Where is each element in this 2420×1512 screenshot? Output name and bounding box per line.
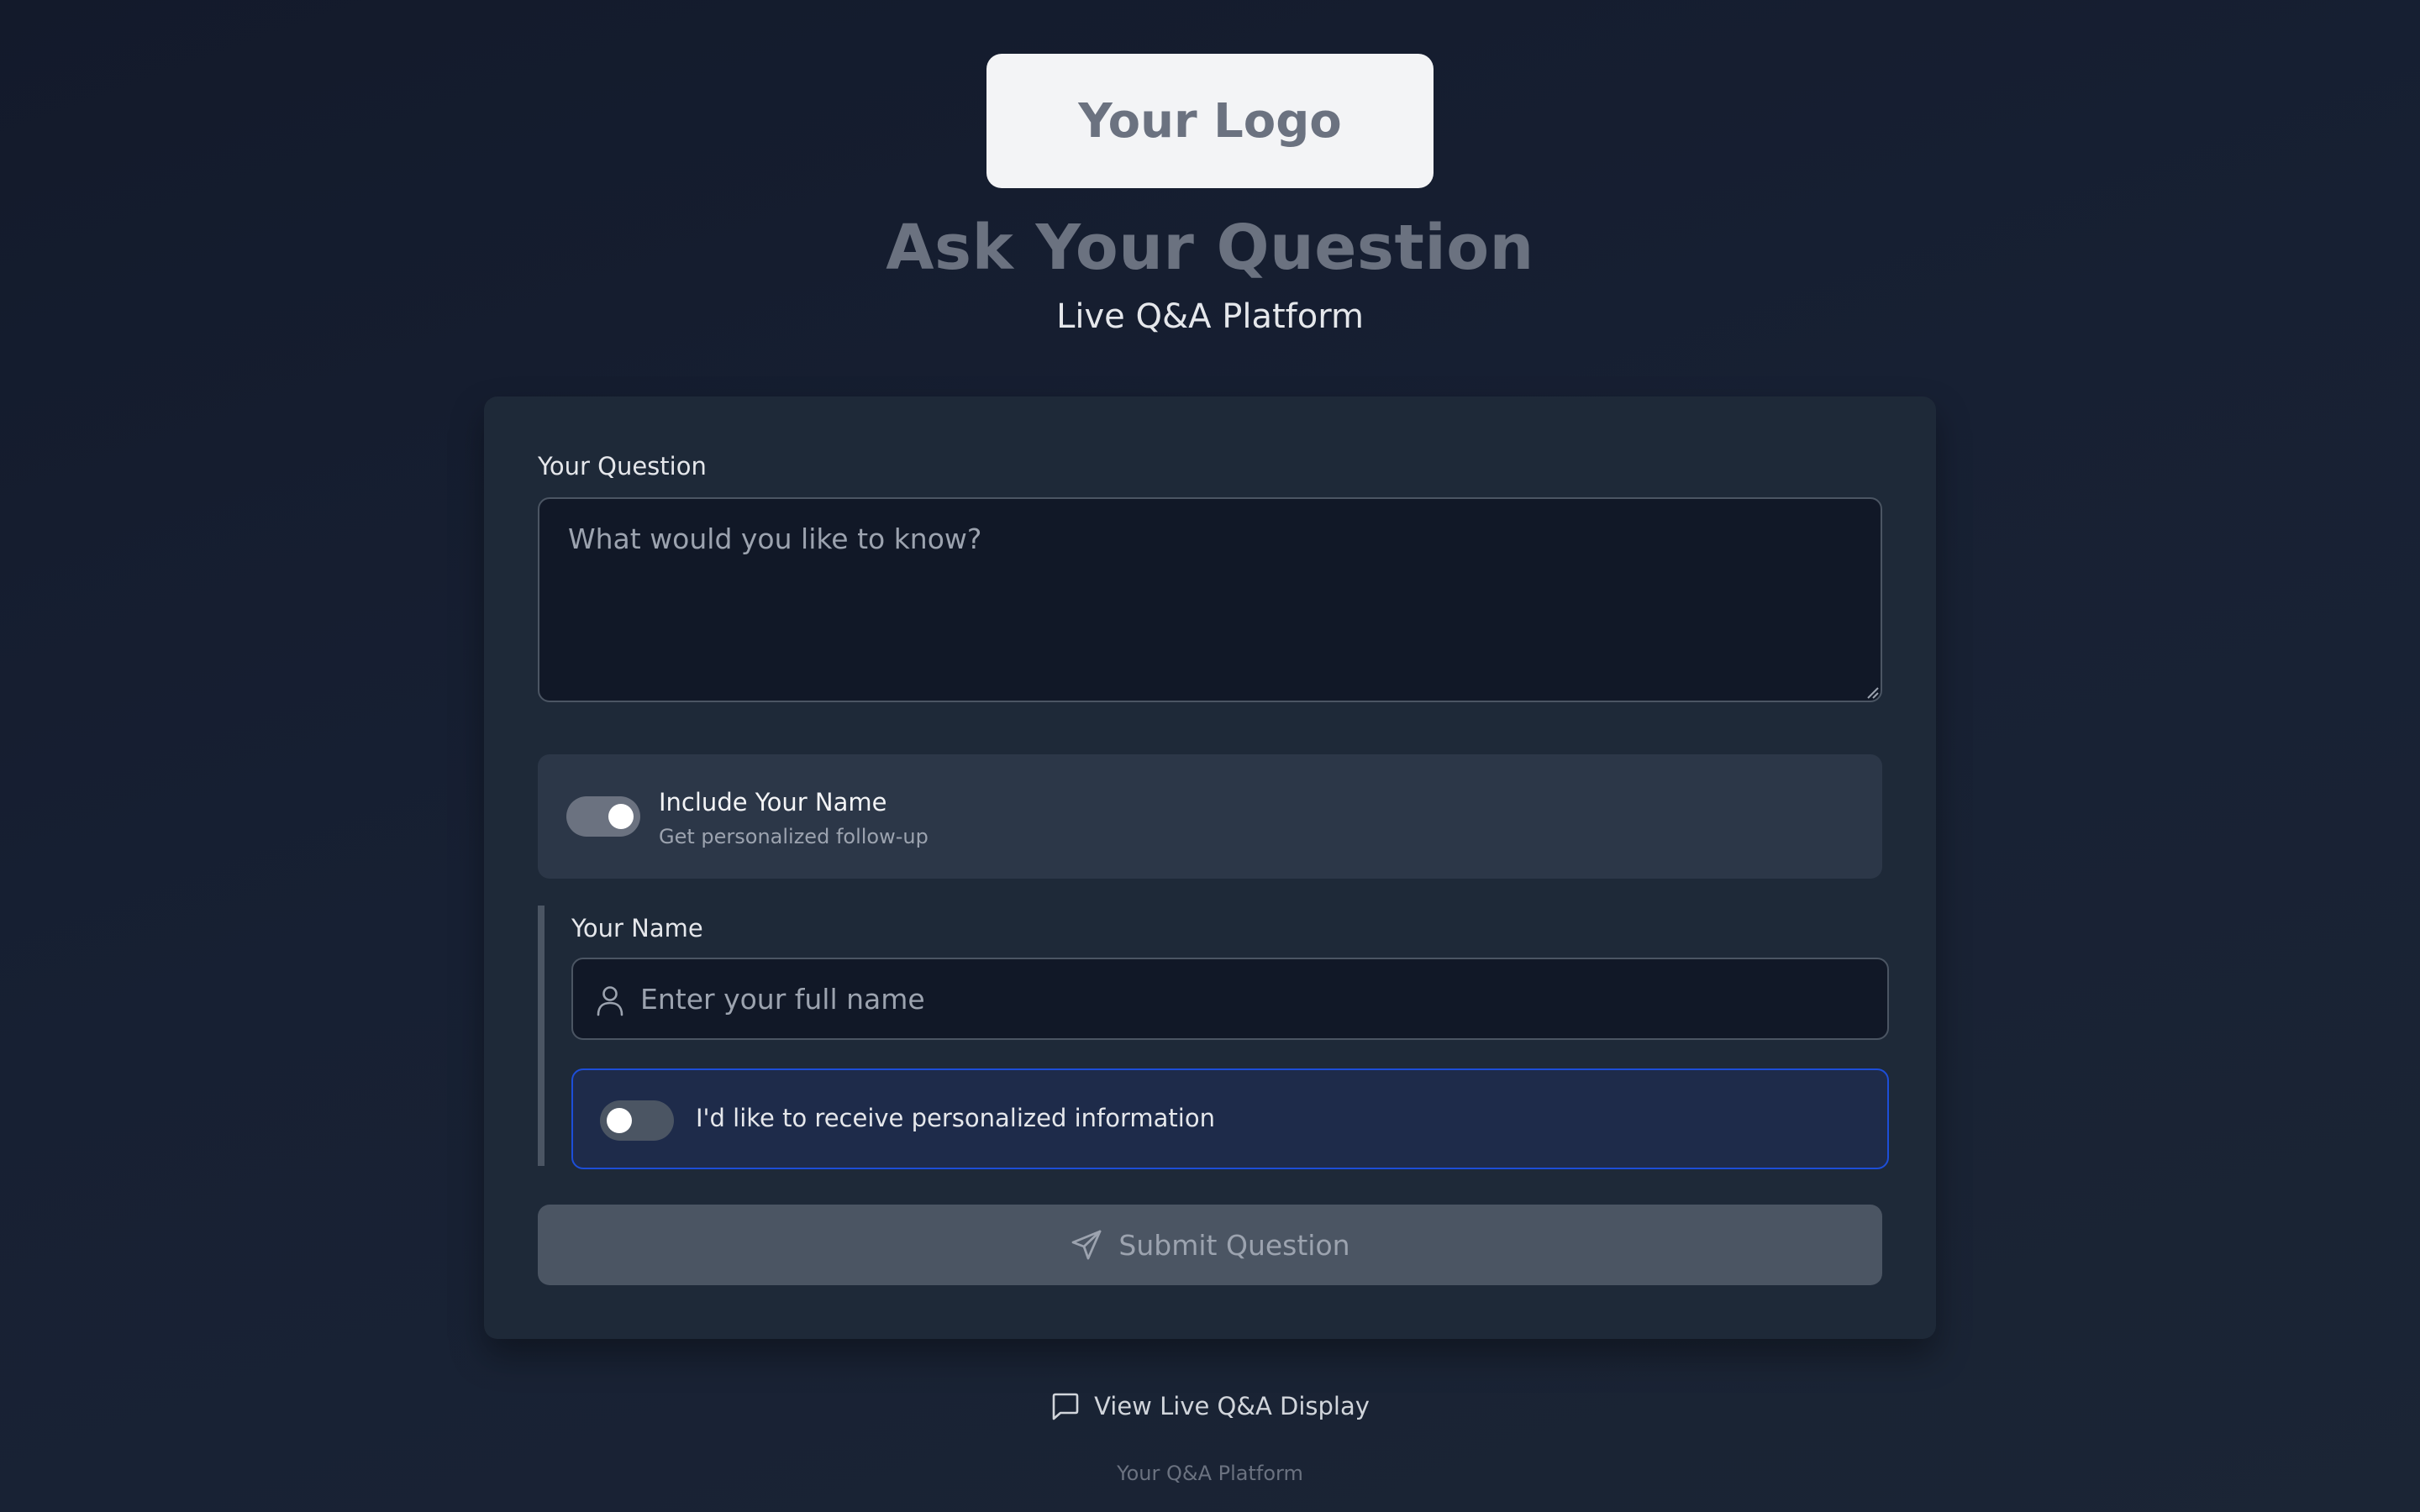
footer-brand: Your Q&A Platform <box>1117 1462 1303 1485</box>
user-icon <box>597 986 623 1016</box>
personalized-info-optin: I'd like to receive personalized informa… <box>571 1068 1889 1169</box>
view-live-display-link[interactable]: View Live Q&A Display <box>0 1391 2420 1421</box>
chat-icon <box>1052 1393 1079 1420</box>
include-name-toggle[interactable] <box>566 796 640 837</box>
include-name-label: Include Your Name <box>659 788 887 816</box>
toggle-knob <box>608 804 634 829</box>
logo-text: Your Logo <box>1078 93 1342 149</box>
page-title: Ask Your Question <box>886 212 1534 284</box>
view-live-display-label: View Live Q&A Display <box>1094 1392 1370 1420</box>
question-label: Your Question <box>538 452 707 480</box>
name-input[interactable] <box>640 959 1867 1038</box>
resize-grip-icon[interactable] <box>1864 684 1879 699</box>
page-subtitle: Live Q&A Platform <box>1056 297 1364 336</box>
name-section: Your Name I'd like to receive personaliz… <box>538 906 1889 1169</box>
personalized-info-label: I'd like to receive personalized informa… <box>696 1104 1215 1132</box>
name-label: Your Name <box>571 914 703 942</box>
logo: Your Logo <box>986 54 1434 188</box>
toggle-knob <box>607 1108 632 1133</box>
question-textarea[interactable] <box>538 497 1882 702</box>
include-name-description: Get personalized follow-up <box>659 825 929 848</box>
submit-question-label: Submit Question <box>1118 1228 1350 1262</box>
send-icon <box>1072 1230 1102 1260</box>
name-field <box>571 958 1889 1040</box>
include-name-panel: Include Your Name Get personalized follo… <box>538 754 1882 879</box>
submit-question-button[interactable]: Submit Question <box>538 1205 1882 1285</box>
personalized-info-toggle[interactable] <box>600 1100 674 1141</box>
question-form-card: Your Question Include Your Name Get pers… <box>484 396 1936 1339</box>
